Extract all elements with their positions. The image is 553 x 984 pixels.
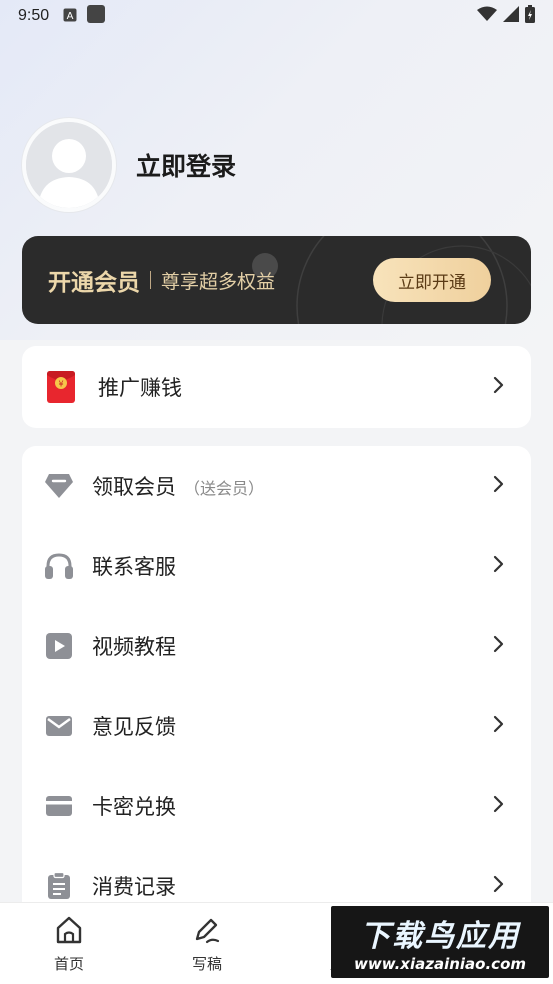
headset-icon [44,551,74,581]
keyboard-a-icon: A [63,7,77,26]
vip-banner[interactable]: 开通会员 尊享超多权益 立即开通 [22,236,531,324]
svg-text:A: A [67,11,74,22]
tab-label: 写稿 [191,955,222,973]
menu-card: 领取会员 （送会员） 联系客服 视频教程 意见反馈 卡密兑换 消费记录 [22,446,531,916]
avatar[interactable] [22,118,116,212]
promo-card[interactable]: ¥ 推广赚钱 [22,346,531,428]
promo-row[interactable]: ¥ 推广赚钱 [22,347,531,427]
diamond-icon [44,471,74,501]
menu-item-note: （送会员） [184,479,265,498]
home-icon [54,915,84,949]
menu-item-claim-vip[interactable]: 领取会员 （送会员） [22,446,531,526]
menu-item-label: 视频教程 [92,635,176,659]
chevron-right-icon [493,475,505,497]
profile-section[interactable]: 立即登录 [22,118,236,212]
watermark-logo: 下载鸟应用 www.xiazainiao.com [331,906,549,978]
pen-icon [192,915,222,949]
open-vip-button[interactable]: 立即开通 [373,258,491,302]
status-bar: 9:50 A [0,0,553,32]
menu-item-video-tutorial[interactable]: 视频教程 [22,606,531,686]
menu-item-label: 领取会员 [92,475,176,499]
tab-label: 首页 [53,955,84,973]
svg-text:¥: ¥ [58,380,63,389]
wifi-icon [477,6,497,26]
menu-item-label: 联系客服 [92,555,176,579]
vip-subtitle: 尊享超多权益 [161,270,276,293]
status-time: 9:50 [18,7,50,24]
watermark-url: www.xiazainiao.com [353,955,527,973]
red-envelope-icon: ¥ [46,371,76,403]
menu-item-feedback[interactable]: 意见反馈 [22,686,531,766]
tab-home[interactable]: 首页 [39,915,99,974]
menu-item-card-redeem[interactable]: 卡密兑换 [22,766,531,846]
menu-item-customer-service[interactable]: 联系客服 [22,526,531,606]
battery-icon [525,5,535,27]
tab-write[interactable]: 写稿 [177,915,237,974]
chevron-right-icon [493,635,505,657]
card-icon [44,791,74,821]
signal-icon [503,6,519,26]
promo-label: 推广赚钱 [98,376,182,400]
watermark-main: 下载鸟应用 [360,919,520,954]
app-square-icon [87,5,106,27]
mail-icon [44,711,74,741]
chevron-right-icon [493,875,505,897]
chevron-right-icon [493,715,505,737]
menu-item-label: 消费记录 [92,875,176,899]
vip-divider [150,271,151,289]
login-link[interactable]: 立即登录 [136,147,236,183]
play-video-icon [44,631,74,661]
menu-item-label: 卡密兑换 [92,795,176,819]
vip-title: 开通会员 [48,270,140,296]
chevron-right-icon [493,555,505,577]
chevron-right-icon [493,376,505,398]
clipboard-icon [44,871,74,901]
chevron-right-icon [493,795,505,817]
menu-item-label: 意见反馈 [92,715,176,739]
